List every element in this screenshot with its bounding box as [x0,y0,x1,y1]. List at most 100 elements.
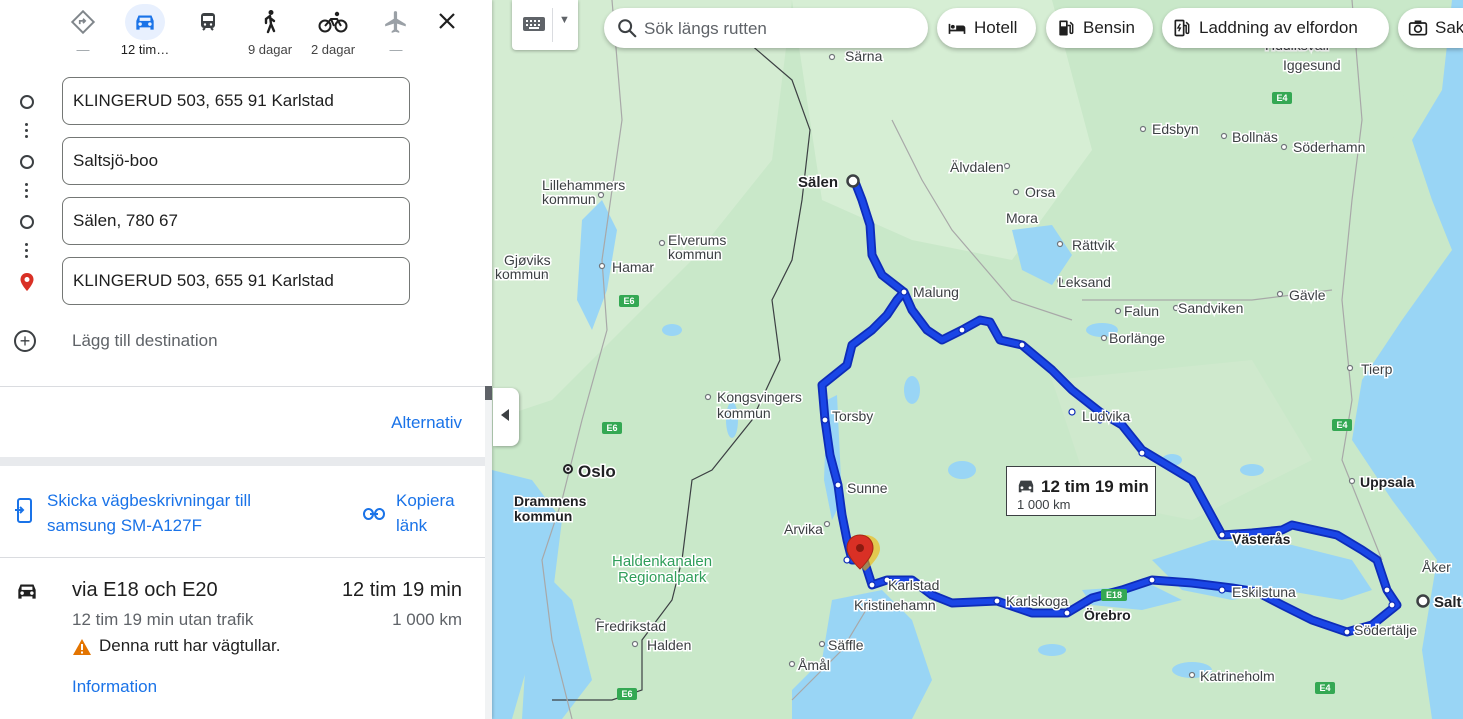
map-search-box[interactable] [604,8,928,48]
label-drammen-1: Drammens [514,493,587,509]
route-node [1218,586,1226,594]
chip-hotels[interactable]: Hotell [937,8,1036,48]
label-malung: Malung [913,284,959,300]
label-leksand: Leksand [1058,274,1111,290]
waypoint-circle-icon [18,213,36,231]
search-along-route-input[interactable] [642,13,916,45]
close-icon [438,12,456,35]
waypoint-input-1[interactable] [62,77,410,125]
shield-e6: E6 [602,422,622,434]
shield-e4: E4 [1272,92,1292,104]
destination-pin-icon [18,273,36,291]
shield-e18-text: E18 [1106,590,1122,600]
waypoint-row-1 [0,77,492,127]
mode-bike[interactable]: 2 dagar [303,4,363,60]
origin-circle-icon [18,93,36,111]
send-directions-link[interactable]: Skicka vägbeskrivningar till samsung SM-… [47,488,307,538]
shield-e6-text: E6 [623,296,634,306]
map-canvas[interactable]: E4 E4 E4 E6 E6 E6 E18 Sälen Oslo Drammen… [492,0,1463,719]
waypoint-input-2[interactable] [62,137,410,185]
close-directions-button[interactable] [432,8,462,38]
label-gjoviks-2: kommun [495,266,549,282]
shield-e4-text: E4 [1276,93,1287,103]
mode-best[interactable]: — [53,4,113,60]
waypoint-row-3 [0,197,492,247]
label-tierp: Tierp [1361,361,1393,377]
add-destination-label: Lägg till destination [72,331,218,350]
waypoint-input-3[interactable] [62,197,410,245]
route-node [1218,531,1226,539]
walk-icon [250,4,290,40]
label-akers: Åker [1422,559,1451,575]
airplane-icon [376,4,416,40]
add-destination-button[interactable]: + Lägg till destination [0,322,492,362]
add-circle-icon: + [14,330,36,352]
route-node [1343,628,1351,636]
divider [0,557,486,558]
label-elverums-2: kommun [668,246,722,262]
label-ludvika: Ludvika [1082,408,1130,424]
shield-e6-text: E6 [606,423,617,433]
chip-ev-charging[interactable]: Laddning av elfordon [1162,8,1389,48]
route-node [1148,576,1156,584]
label-sarna: Särna [845,48,883,64]
alternatives-button[interactable]: Alternativ [391,413,462,433]
search-icon [616,17,638,44]
city-dot [1348,477,1356,485]
label-sunne: Sunne [847,480,888,496]
route-option-card[interactable]: via E18 och E20 12 tim 19 min 12 tim 19 … [0,566,486,716]
scrollbar-thumb[interactable] [485,386,492,400]
scrollbar[interactable] [485,386,492,719]
city-dot [788,660,796,668]
city-dot-oslo-center [566,467,570,471]
label-bollnas: Bollnäs [1232,129,1278,145]
city-dot [1188,671,1196,679]
collapse-panel-button[interactable] [493,388,519,446]
chip-gas-label: Bensin [1083,18,1135,37]
shield-e6-text: E6 [621,689,632,699]
label-katrineholm: Katrineholm [1200,668,1275,684]
divider [552,8,553,42]
chevron-down-icon[interactable]: ▼ [559,14,570,26]
route-duration-callout-distance: 1 000 km [1017,497,1071,512]
city-dot [1100,334,1108,342]
map-svg: E4 E4 E4 E6 E6 E6 E18 Sälen Oslo Drammen… [492,0,1463,719]
label-haldenkanalen-2: Regionalpark [618,569,707,586]
city-dot [823,520,831,528]
city-dot [1276,290,1284,298]
best-route-icon [63,4,103,40]
label-karlstad: Karlstad [888,577,939,593]
shield-e4-text: E4 [1336,420,1347,430]
label-haldenkanalen-1: Haldenkanalen [612,553,712,570]
city-dot [1346,364,1354,372]
chip-gas[interactable]: Bensin [1046,8,1153,48]
waypoint-input-4[interactable] [62,257,410,305]
label-saffle: Säffle [828,637,864,653]
label-oslo: Oslo [578,462,616,481]
route-node [821,416,829,424]
label-amal: Åmål [798,657,830,673]
route-details-link[interactable]: Information [72,677,157,697]
route-node [1383,586,1391,594]
label-kongsvingers-2: kommun [717,405,771,421]
label-eskilstuna: Eskilstuna [1232,584,1296,600]
route-node [1138,449,1146,457]
city-dot [1280,143,1288,151]
label-hamar: Hamar [612,259,654,275]
city-dot [631,640,639,648]
route-node [1388,601,1396,609]
keyboard-toggle-button[interactable]: ▼ [512,0,578,50]
mode-transit[interactable] [178,4,238,60]
mode-car[interactable]: 12 tim… [115,4,175,60]
label-alvdalen: Älvdalen [950,159,1004,175]
mode-flight[interactable]: — [366,4,426,60]
mode-walk[interactable]: 9 dagar [240,4,300,60]
car-icon [125,4,165,40]
label-kongsvingers-1: Kongsvingers [717,389,802,405]
route-duration-callout[interactable]: 12 tim 19 min 1 000 km [1006,466,1156,516]
label-orsa: Orsa [1025,184,1056,200]
mode-best-label: — [76,42,90,57]
car-icon [14,580,40,607]
chip-sights[interactable]: Sak [1398,8,1463,48]
route-node [1068,408,1076,416]
